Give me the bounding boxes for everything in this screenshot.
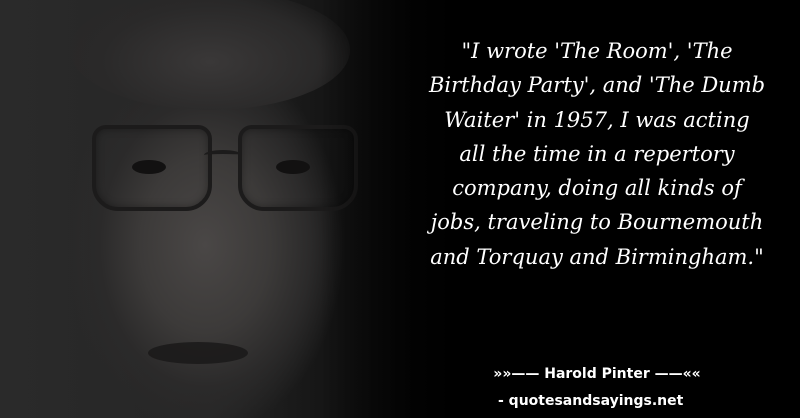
quote-text: "I wrote 'The Room', 'The Birthday Party… xyxy=(420,34,774,274)
quote-attribution: »»—— Harold Pinter ——«« xyxy=(493,366,701,382)
quote-card: "I wrote 'The Room', 'The Birthday Party… xyxy=(0,0,800,418)
quote-line: company, doing all kinds of xyxy=(452,176,742,201)
quote-line: Waiter' in 1957, I was acting xyxy=(444,107,750,132)
website-credit: - quotesandsayings.net xyxy=(498,393,684,409)
quote-line: Birthday Party', and 'The Dumb xyxy=(428,73,766,98)
quote-line: and Torquay and Birmingham." xyxy=(430,244,764,269)
quote-line: jobs, traveling to Bournemouth xyxy=(430,210,764,235)
quote-line: "I wrote 'The Room', 'The xyxy=(461,39,733,63)
quote-line: all the time in a repertory xyxy=(459,141,735,166)
